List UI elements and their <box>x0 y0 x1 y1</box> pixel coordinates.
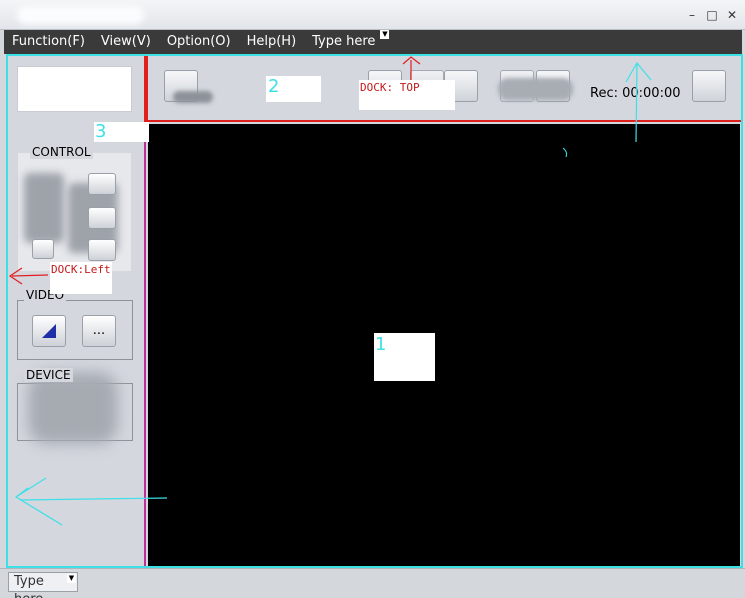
status-bar: Type here ▼ <box>0 568 745 598</box>
annotation-number-2: 2 <box>268 76 280 97</box>
toolbar-button-settings[interactable] <box>692 70 726 102</box>
color-triangle-icon <box>42 324 56 338</box>
menu-bar: Function(F) View(V) Option(O) Help(H) Ty… <box>4 30 742 54</box>
dock-left-label: DOCK:Left <box>51 263 111 276</box>
recording-timer: Rec: 00:00:00 <box>590 86 681 101</box>
minimize-button[interactable]: – <box>685 8 699 22</box>
dropdown-arrow-icon[interactable]: ▼ <box>380 30 390 39</box>
title-bar: – □ ✕ <box>0 0 745 30</box>
blurred-icons <box>498 78 573 100</box>
annotation-number-3: 3 <box>95 121 107 142</box>
logo-placeholder <box>17 66 132 112</box>
close-button[interactable]: ✕ <box>725 8 739 22</box>
blurred-icon <box>173 91 213 103</box>
menu-type-here-label: Type here <box>312 34 376 49</box>
device-group-label: DEVICE <box>24 368 73 382</box>
dropdown-arrow-icon[interactable]: ▼ <box>67 574 76 583</box>
annotation-number-1: 1 <box>375 334 387 355</box>
status-type-here-label: Type here <box>14 574 44 598</box>
status-type-here[interactable]: Type here ▼ <box>8 572 78 598</box>
control-group <box>18 153 131 271</box>
blurred-control-buttons <box>24 173 64 243</box>
video-group-box: ... <box>17 300 133 360</box>
toolbar-button-1[interactable] <box>164 70 213 103</box>
video-display-area[interactable] <box>148 124 740 566</box>
ptz-left-button[interactable] <box>32 239 54 259</box>
window-title-blurred <box>18 7 143 23</box>
window-controls: – □ ✕ <box>685 8 739 22</box>
ptz-center-button[interactable] <box>88 207 116 229</box>
blurred-device-buttons <box>28 372 118 444</box>
menu-option[interactable]: Option(O) <box>159 30 239 54</box>
control-group-label: CONTROL <box>30 145 93 159</box>
menu-type-here[interactable]: Type here ▼ <box>304 30 390 54</box>
dock-top-label: DOCK: TOP <box>360 81 420 94</box>
video-more-button[interactable]: ... <box>82 315 116 347</box>
menu-view[interactable]: View(V) <box>93 30 159 54</box>
ptz-down-button[interactable] <box>88 239 116 261</box>
ptz-up-button[interactable] <box>88 173 116 195</box>
menu-help[interactable]: Help(H) <box>239 30 305 54</box>
video-color-button[interactable] <box>32 315 66 347</box>
maximize-button[interactable]: □ <box>705 8 719 22</box>
menu-function[interactable]: Function(F) <box>4 30 93 54</box>
